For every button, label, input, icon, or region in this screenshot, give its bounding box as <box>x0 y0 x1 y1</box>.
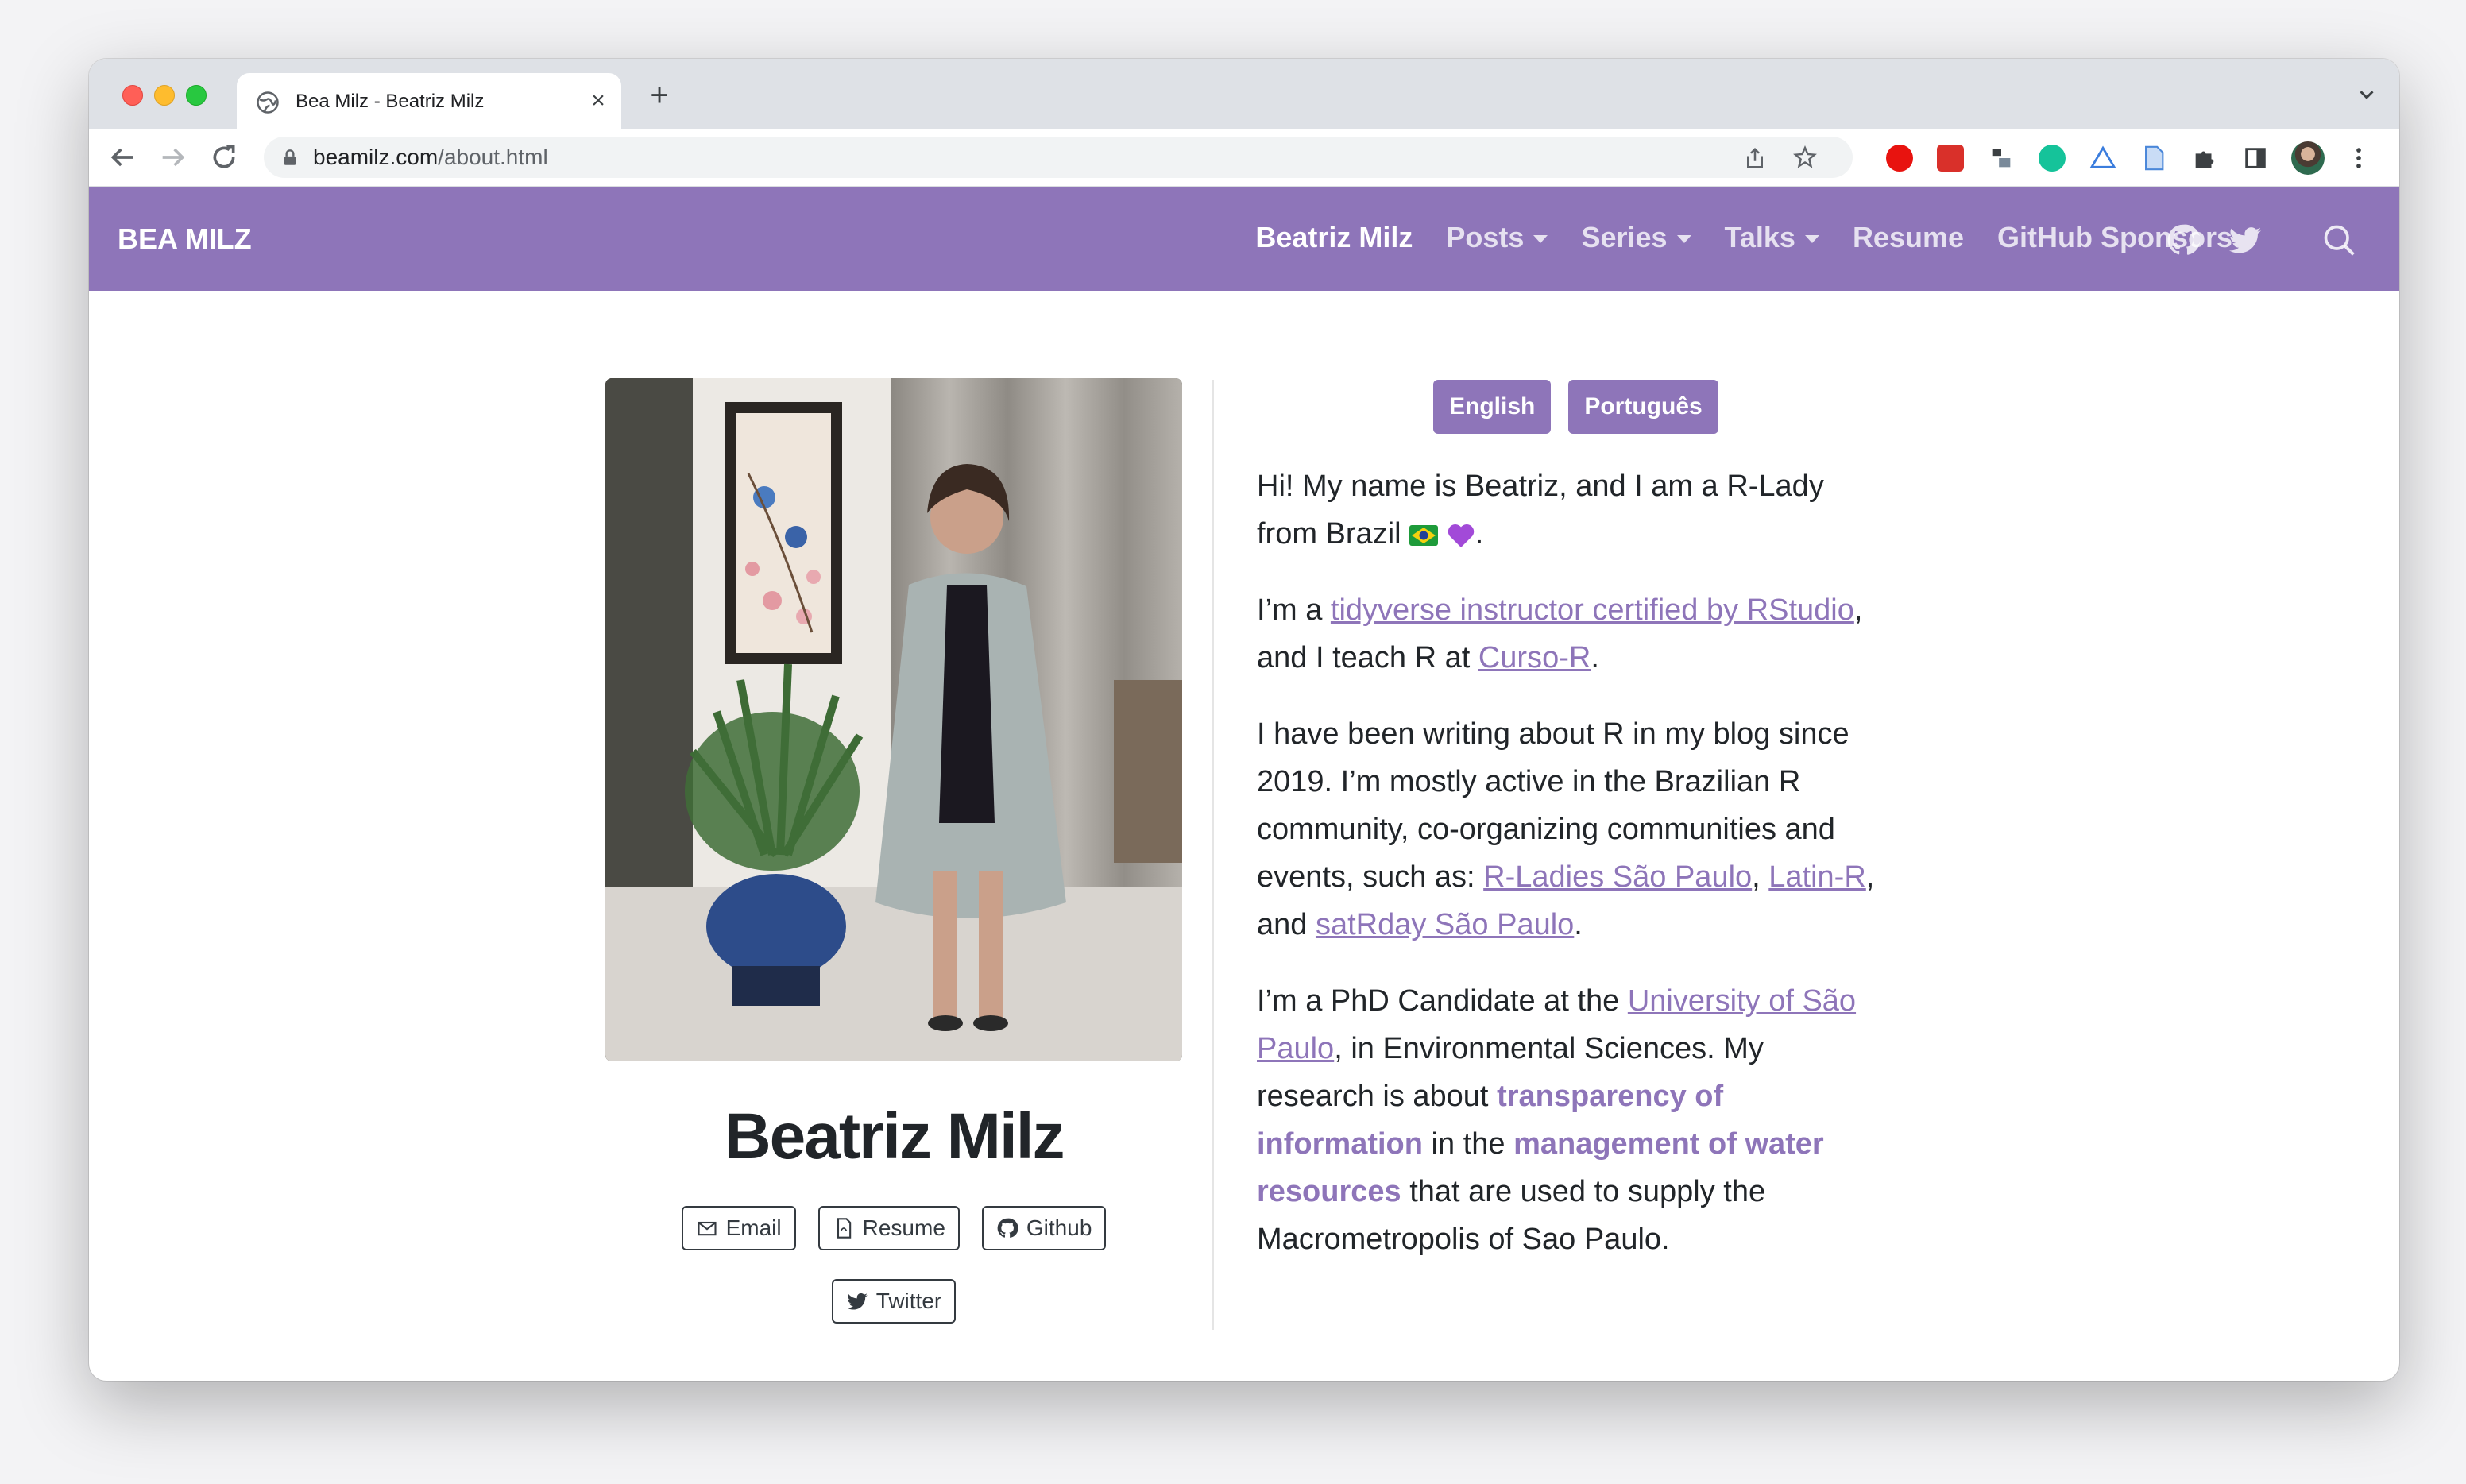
column-divider <box>1212 380 1214 1330</box>
site-brand[interactable]: BEA MILZ <box>118 222 252 256</box>
forward-icon[interactable] <box>157 141 189 173</box>
satrday-sao-paulo-link[interactable]: satRday São Paulo <box>1316 908 1574 941</box>
bio-p3-end: . <box>1574 908 1583 941</box>
grammarly-icon[interactable] <box>2039 145 2066 172</box>
browser-window: Bea Milz - Beatriz Milz × + beamilz.com/… <box>89 59 2399 1381</box>
nav-item-beatriz-milz[interactable]: Beatriz Milz <box>1255 221 1413 254</box>
reload-icon[interactable] <box>208 141 240 173</box>
twitter-icon <box>846 1293 868 1310</box>
star-bookmark-icon[interactable] <box>1792 145 1818 170</box>
nav-label: Beatriz Milz <box>1255 221 1413 253</box>
nav-links: Beatriz Milz Posts Series Talks Resume G… <box>1255 221 2232 254</box>
profile-links-row-2: Twitter <box>605 1279 1182 1324</box>
url-text: beamilz.com/about.html <box>313 145 548 170</box>
tab-title: Bea Milz - Beatriz Milz <box>296 91 485 112</box>
url-path: /about.html <box>438 145 548 169</box>
address-bar[interactable]: beamilz.com/about.html <box>264 137 1853 178</box>
brazil-flag-icon <box>1409 524 1439 546</box>
maximize-window-button[interactable] <box>186 85 207 106</box>
tab-strip: Bea Milz - Beatriz Milz × + <box>89 59 2399 129</box>
pdf-file-icon <box>837 1218 851 1239</box>
portuguese-button[interactable]: Português <box>1568 380 1718 434</box>
curso-r-link[interactable]: Curso-R <box>1478 641 1591 674</box>
site-navbar: BEA MILZ Beatriz Milz Posts Series Talks… <box>89 187 2399 291</box>
caret-down-icon <box>1804 235 1819 243</box>
profile-name: Beatriz Milz <box>724 1100 1065 1173</box>
bio-p2-a: I’m a <box>1257 593 1331 627</box>
url-host: beamilz.com <box>313 145 439 169</box>
purple-heart-icon <box>1448 524 1474 547</box>
opera-extension-icon[interactable] <box>1886 145 1913 172</box>
share-icon[interactable] <box>1743 146 1767 170</box>
profile-links-row: Email Resume Github <box>605 1206 1182 1250</box>
github-icon <box>997 1218 1018 1238</box>
puzzle-extensions-icon[interactable] <box>2191 145 2218 172</box>
new-tab-button[interactable]: + <box>644 79 675 111</box>
github-icon[interactable] <box>2166 222 2201 257</box>
nav-item-posts[interactable]: Posts <box>1446 221 1548 254</box>
bio-paragraph-1: Hi! My name is Beatriz, and I am a R-Lad… <box>1257 462 1884 558</box>
github-button[interactable]: Github <box>981 1206 1107 1250</box>
nav-item-resume[interactable]: Resume <box>1853 221 1964 254</box>
bio-p1-end: . <box>1475 517 1484 551</box>
tidyverse-instructor-link[interactable]: tidyverse instructor certified by RStudi… <box>1331 593 1854 627</box>
bio-paragraph-2: I’m a tidyverse instructor certified by … <box>1257 586 1884 682</box>
rladies-sao-paulo-link[interactable]: R-Ladies São Paulo <box>1483 860 1752 894</box>
search-icon[interactable] <box>2321 222 2356 257</box>
bio-paragraph-3: I have been writing about R in my blog s… <box>1257 710 1884 949</box>
resume-button[interactable]: Resume <box>817 1206 960 1250</box>
latin-r-link[interactable]: Latin-R <box>1768 860 1866 894</box>
nav-label: Posts <box>1446 221 1525 253</box>
browser-tab[interactable]: Bea Milz - Beatriz Milz × <box>237 73 621 129</box>
nav-label: Resume <box>1852 221 1964 253</box>
nav-label: Series <box>1581 221 1668 253</box>
globe-icon <box>257 91 279 114</box>
close-window-button[interactable] <box>122 85 143 106</box>
nav-label: Talks <box>1724 221 1795 253</box>
english-button[interactable]: English <box>1433 380 1552 434</box>
profile-avatar[interactable] <box>2291 141 2325 175</box>
caret-down-icon <box>1533 235 1548 243</box>
back-icon[interactable] <box>106 141 138 173</box>
bio-p1-text: Hi! My name is Beatriz, and I am a R-Lad… <box>1257 470 1824 551</box>
email-button[interactable]: Email <box>681 1206 796 1250</box>
twitter-icon[interactable] <box>2228 222 2263 257</box>
envelope-icon <box>698 1221 717 1236</box>
nav-item-talks[interactable]: Talks <box>1725 221 1819 254</box>
close-tab-icon[interactable]: × <box>586 89 610 113</box>
profile-photo-illustration <box>605 378 1182 1061</box>
github-button-label: Github <box>1026 1215 1092 1240</box>
language-switcher: English Português <box>1433 380 1718 434</box>
browser-toolbar: beamilz.com/about.html <box>89 129 2399 187</box>
bio-p4-a: I’m a PhD Candidate at the <box>1257 984 1628 1018</box>
caret-down-icon <box>1676 235 1691 243</box>
kebab-menu-icon[interactable] <box>2345 145 2372 172</box>
bio-p4-c: in the <box>1422 1127 1514 1161</box>
minimize-window-button[interactable] <box>154 85 175 106</box>
twitter-button[interactable]: Twitter <box>831 1279 957 1324</box>
chevron-down-icon[interactable] <box>2355 83 2379 106</box>
docs-extension-icon[interactable] <box>2140 145 2167 172</box>
bio-text: Hi! My name is Beatriz, and I am a R-Lad… <box>1257 462 1884 1292</box>
satellite-extension-icon[interactable] <box>1988 145 2015 172</box>
lock-icon <box>284 149 296 165</box>
profile-photo <box>605 378 1182 1061</box>
resume-button-label: Resume <box>862 1215 945 1240</box>
bio-p2-c: . <box>1591 641 1599 674</box>
bio-p3-sep1: , <box>1752 860 1769 894</box>
bio-paragraph-4: I’m a PhD Candidate at the University of… <box>1257 977 1884 1263</box>
email-button-label: Email <box>725 1215 782 1240</box>
nav-item-series[interactable]: Series <box>1581 221 1691 254</box>
red-extension-icon[interactable] <box>1937 145 1964 172</box>
drive-extension-icon[interactable] <box>2089 145 2116 172</box>
side-panel-icon[interactable] <box>2242 145 2269 172</box>
twitter-button-label: Twitter <box>875 1289 942 1313</box>
